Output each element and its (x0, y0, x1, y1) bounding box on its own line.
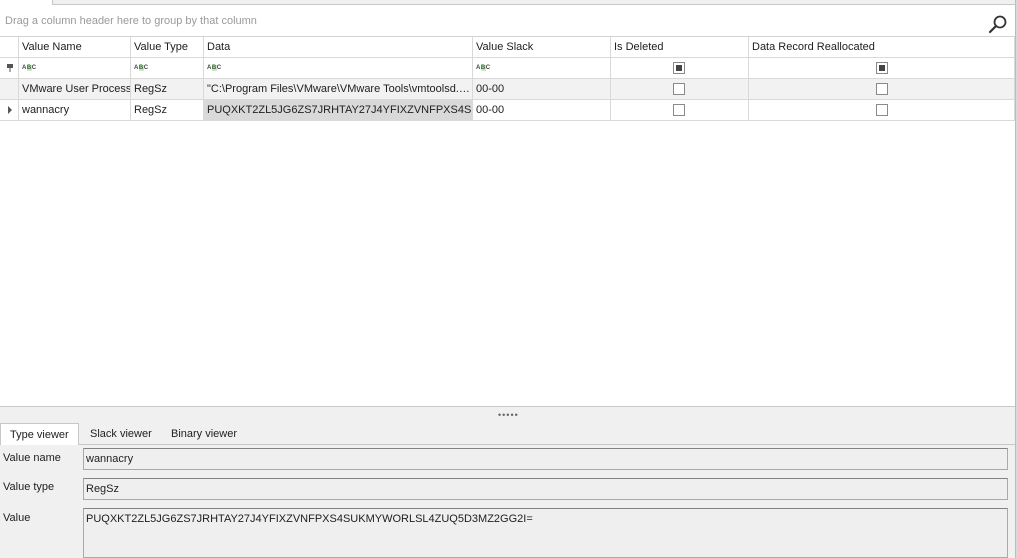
checkbox-data-record-reallocated[interactable] (876, 104, 888, 116)
focused-row-arrow-icon (8, 106, 12, 114)
group-by-panel[interactable]: Drag a column header here to group by th… (0, 5, 1015, 37)
column-header-data[interactable]: Data (204, 37, 473, 57)
panel-splitter[interactable]: ••••• (0, 406, 1015, 423)
cell-value-type[interactable]: RegSz (131, 79, 204, 99)
filter-cell-value-name[interactable]: ABC (19, 58, 131, 78)
checkbox-data-record-reallocated[interactable] (876, 83, 888, 95)
cell-value-slack[interactable]: 00-00 (473, 79, 611, 99)
column-header-value-slack[interactable]: Value Slack (473, 37, 611, 57)
cell-value-slack[interactable]: 00-00 (473, 100, 611, 120)
cell-value-type[interactable]: RegSz (131, 100, 204, 120)
column-header-value-name[interactable]: Value Name (19, 37, 131, 57)
tab-binary-viewer[interactable]: Binary viewer (162, 423, 246, 445)
cell-value-name[interactable]: wannacry (19, 100, 131, 120)
table-row[interactable]: VMware User Process RegSz "C:\Program Fi… (0, 79, 1015, 100)
table-row[interactable]: wannacry RegSz PUQXKT2ZL5JG6ZS7JRHTAY27J… (0, 100, 1015, 121)
filter-cell-data[interactable]: ABC (204, 58, 473, 78)
filter-checkbox-data-record-reallocated[interactable] (876, 62, 888, 74)
cell-data[interactable]: "C:\Program Files\VMware\VMware Tools\vm… (204, 79, 473, 99)
cell-data-selected[interactable]: PUQXKT2ZL5JG6ZS7JRHTAY27J4YFIXZVNFPXS4SU… (204, 100, 473, 120)
search-icon[interactable] (988, 15, 1008, 35)
filter-pin-icon (7, 64, 13, 72)
row-indicator-header (0, 37, 19, 57)
type-viewer-panel: Value name wannacry Value type RegSz Val… (0, 445, 1015, 558)
column-header-is-deleted[interactable]: Is Deleted (611, 37, 749, 57)
cell-data-record-reallocated (749, 79, 1015, 99)
value-type-field[interactable]: RegSz (83, 478, 1008, 500)
value-name-field[interactable]: wannacry (83, 448, 1008, 470)
cell-is-deleted (611, 100, 749, 120)
abc-filter-icon: ABC (134, 65, 149, 71)
filter-cell-value-slack[interactable]: ABC (473, 58, 611, 78)
abc-filter-icon: ABC (207, 65, 222, 71)
filter-checkbox-is-deleted[interactable] (673, 62, 685, 74)
row-indicator[interactable] (0, 79, 19, 99)
checkbox-is-deleted[interactable] (673, 83, 685, 95)
cell-data-record-reallocated (749, 100, 1015, 120)
value-name-label: Value name (3, 452, 61, 464)
column-header-data-record-reallocated[interactable]: Data Record Reallocated (749, 37, 1015, 57)
value-field[interactable]: PUQXKT2ZL5JG6ZS7JRHTAY27J4YFIXZVNFPXS4SU… (83, 508, 1008, 558)
value-label: Value (3, 512, 31, 524)
column-header-row: Value Name Value Type Data Value Slack I… (0, 37, 1015, 58)
cell-value-name[interactable]: VMware User Process (19, 79, 131, 99)
splitter-grip-icon: ••••• (498, 410, 519, 420)
row-indicator[interactable] (0, 100, 19, 120)
tab-slack-viewer[interactable]: Slack viewer (81, 423, 161, 445)
viewer-tab-bar: Type viewer Slack viewer Binary viewer (0, 423, 1015, 446)
cell-is-deleted (611, 79, 749, 99)
tab-type-viewer[interactable]: Type viewer (0, 423, 79, 446)
abc-filter-icon: ABC (22, 65, 37, 71)
filter-cell-value-type[interactable]: ABC (131, 58, 204, 78)
filter-cell-is-deleted (611, 58, 749, 78)
filter-row-indicator (0, 58, 19, 78)
column-header-value-type[interactable]: Value Type (131, 37, 204, 57)
filter-cell-data-record-reallocated (749, 58, 1015, 78)
value-type-label: Value type (3, 481, 55, 493)
checkbox-is-deleted[interactable] (673, 104, 685, 116)
group-by-hint: Drag a column header here to group by th… (5, 15, 257, 27)
abc-filter-icon: ABC (476, 65, 491, 71)
auto-filter-row: ABC ABC ABC ABC (0, 58, 1015, 79)
